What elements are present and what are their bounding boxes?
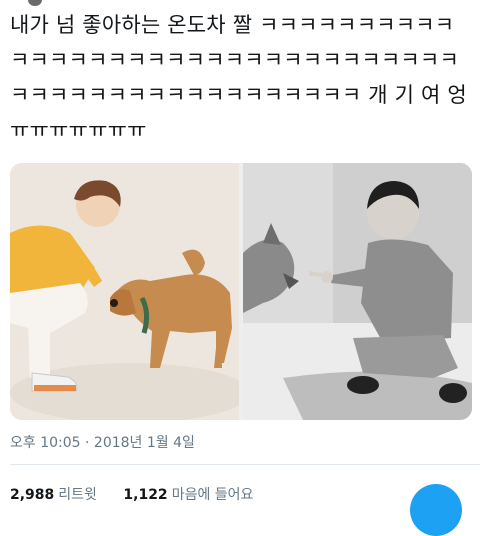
likes-stat[interactable]: 1,122 마음에 들어요: [123, 487, 253, 503]
likes-label: 마음에 들어요: [171, 487, 254, 503]
avatar[interactable]: [28, 0, 42, 6]
divider: [10, 464, 480, 465]
tweet-stats: 2,988 리트윗 1,122 마음에 들어요: [10, 484, 253, 504]
tweet-timestamp[interactable]: 오후 10:05 · 2018년 1월 4일: [10, 432, 195, 452]
retweets-stat[interactable]: 2,988 리트윗: [10, 484, 97, 504]
photo-right[interactable]: [243, 163, 472, 420]
photo-left[interactable]: [10, 163, 239, 420]
photo-man-with-shiba-dog: [10, 163, 239, 420]
photo-man-pointing-at-dog: [243, 163, 472, 420]
tweet-media[interactable]: [10, 163, 472, 420]
tweet-text: 내가 넘 좋아하는 온도차 짤 ㅋㅋㅋㅋㅋㅋㅋㅋㅋㅋㅋㅋㅋㅋㅋㅋㅋㅋㅋㅋㅋㅋㅋㅋ…: [10, 13, 467, 142]
retweets-count: 2,988: [10, 487, 55, 503]
compose-button[interactable]: [410, 484, 462, 536]
retweets-label: 리트윗: [58, 487, 97, 503]
likes-count: 1,122: [123, 487, 168, 503]
